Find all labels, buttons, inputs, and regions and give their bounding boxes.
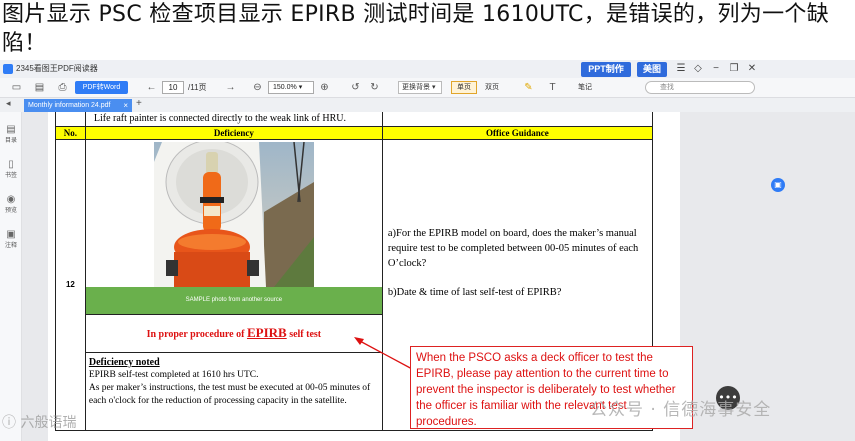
page-total-label: /11页: [188, 83, 207, 92]
header-guidance: Office Guidance: [381, 125, 654, 140]
sidebar-item-bookmark[interactable]: ▯ 书签: [0, 159, 22, 179]
callout-arrow: [354, 337, 415, 371]
zoom-select[interactable]: 150.0% ▾: [268, 81, 314, 94]
previous-row-text: Life raft painter is connected directly …: [84, 112, 383, 127]
sidebar-item-label: 书签: [4, 173, 17, 179]
menu-icon[interactable]: ☰: [674, 62, 688, 76]
page-number-input[interactable]: 10: [162, 81, 184, 94]
header-deficiency: Deficiency: [84, 125, 383, 140]
ppt-button[interactable]: PPT制作: [581, 62, 631, 77]
note-icon: ▣: [6, 229, 16, 240]
tab-row: ◂ Monthly information 24.pdf × +: [0, 98, 855, 112]
app-title: 2345看图王PDF阅读器: [16, 64, 98, 73]
bookmark-icon: ▯: [8, 159, 14, 170]
epirb-photo: [153, 141, 314, 287]
tab-label: Monthly information 24.pdf: [28, 102, 111, 109]
zoom-value: 150.0%: [273, 84, 297, 91]
sidebar-item-label: 注释: [4, 243, 17, 249]
title-bar: 2345看图王PDF阅读器 PPT制作 美图 ☰ ◇ − ❐ ✕: [0, 60, 855, 78]
next-page-icon[interactable]: →: [224, 81, 237, 94]
print-icon[interactable]: ⎙: [56, 81, 69, 94]
sample-photo-caption: SAMPLE photo from another source: [85, 286, 382, 314]
pdf-page: Life raft painter is connected directly …: [48, 112, 693, 441]
sidebar-item-label: 预览: [4, 208, 17, 214]
procedure-text-pre: In proper procedure of: [146, 329, 247, 340]
search-input[interactable]: 查找: [645, 81, 755, 94]
deficiency-noted-cell: Deficiency noted EPIRB self-test complet…: [84, 351, 383, 431]
rotate-right-icon[interactable]: ↻: [368, 81, 381, 94]
sidebar-item-toc[interactable]: ▤ 目录: [0, 124, 22, 144]
highlighter-icon[interactable]: ✎: [522, 81, 535, 94]
watermark-right: 公众号 · 信德海事安全: [590, 400, 772, 420]
deficiency-noted-title: Deficiency noted: [88, 356, 160, 368]
pdf-to-word-button[interactable]: PDF转Word: [75, 81, 128, 94]
background-select[interactable]: 更换背景 ▾: [398, 81, 442, 94]
pdf-reader-window: 2345看图王PDF阅读器 PPT制作 美图 ☰ ◇ − ❐ ✕ ▭ ▤ ⎙ P…: [0, 60, 855, 441]
zoom-in-icon[interactable]: ⊕: [318, 81, 331, 94]
sidebar-item-preview[interactable]: ◉ 预览: [0, 194, 22, 214]
app-logo-icon: [3, 64, 13, 74]
list-icon: ▤: [6, 124, 16, 135]
deficiency-noted-line1: EPIRB self-test completed at 1610 hrs UT…: [88, 369, 259, 380]
sidebar-item-label: 目录: [4, 138, 17, 144]
minimize-icon[interactable]: −: [709, 62, 723, 76]
sidebar-item-notes[interactable]: ▣ 注释: [0, 229, 22, 249]
prev-page-icon[interactable]: ←: [145, 81, 158, 94]
header-no: No.: [55, 125, 86, 140]
photo-cell: SAMPLE photo from another source: [84, 138, 383, 315]
tab-document[interactable]: Monthly information 24.pdf ×: [24, 99, 132, 112]
deficiency-noted-line2: As per maker’s instructions, the test mu…: [88, 382, 371, 406]
epirb-photo-image: [153, 141, 314, 287]
floating-tool-icon[interactable]: ▣: [771, 178, 785, 192]
watermark-left: ⓘ 六般语瑞: [2, 415, 77, 431]
row-number: 12: [55, 138, 86, 431]
eye-icon: ◉: [6, 194, 16, 205]
restore-icon[interactable]: ❐: [727, 62, 741, 76]
save-icon[interactable]: ▤: [33, 81, 46, 94]
guidance-question-a: a)For the EPIRB model on board, does the…: [387, 227, 639, 269]
background-label: 更换背景: [402, 84, 430, 91]
toolbar: ▭ ▤ ⎙ PDF转Word ← 10 /11页 → ⊖ 150.0% ▾ ⊕ …: [0, 78, 855, 98]
tab-close-icon[interactable]: ×: [123, 99, 128, 112]
open-folder-icon[interactable]: ▭: [10, 81, 23, 94]
collapse-arrow-icon[interactable]: ◂: [6, 98, 11, 109]
double-page-button[interactable]: 双页: [479, 81, 505, 94]
rotate-left-icon[interactable]: ↺: [349, 81, 362, 94]
meitu-button[interactable]: 美图: [637, 62, 667, 77]
close-icon[interactable]: ✕: [745, 62, 759, 76]
procedure-text-post: self test: [286, 329, 322, 340]
zoom-out-icon[interactable]: ⊖: [251, 81, 264, 94]
procedure-keyword: EPIRB: [246, 325, 287, 340]
guidance-question-b: b)Date & time of last self-test of EPIRB…: [387, 286, 562, 298]
side-panel: ▤ 目录 ▯ 书签 ◉ 预览 ▣ 注释: [0, 112, 22, 441]
notes-button[interactable]: 笔记: [578, 82, 592, 92]
skin-icon[interactable]: ◇: [691, 62, 705, 76]
caption-text: 图片显示 PSC 检查项目显示 EPIRB 测试时间是 1610UTC，是错误的…: [2, 2, 829, 56]
procedure-heading: In proper procedure of EPIRB self test: [84, 313, 383, 353]
add-tab-icon[interactable]: +: [136, 98, 142, 109]
text-color-icon[interactable]: T: [546, 81, 559, 94]
single-page-button[interactable]: 单页: [451, 81, 477, 94]
